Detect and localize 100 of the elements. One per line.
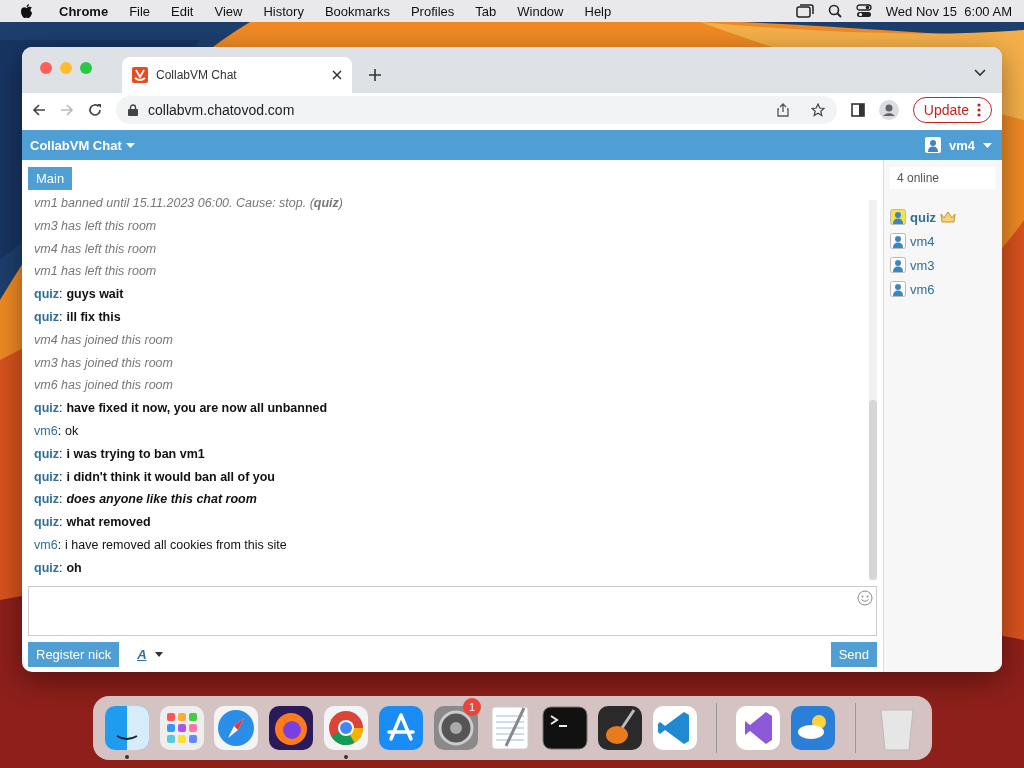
message-nick[interactable]: quiz (34, 310, 59, 324)
chevron-down-icon[interactable] (974, 69, 986, 77)
reload-icon[interactable] (88, 102, 102, 117)
user-name[interactable]: vm4 (910, 233, 935, 249)
profile-icon[interactable] (878, 99, 899, 120)
share-icon[interactable] (776, 102, 789, 117)
system-message: vm3 has left this room (34, 218, 157, 233)
new-tab-icon[interactable] (369, 69, 381, 81)
menu-item[interactable]: Profiles (410, 3, 455, 19)
message-text: does anyone like this chat room (66, 492, 257, 507)
message-text: oh (66, 560, 82, 575)
menu-item[interactable]: Bookmarks (324, 3, 390, 19)
send-button[interactable]: Send (830, 642, 877, 667)
user-avatar-icon (924, 137, 941, 153)
message-nick[interactable]: vm6 (34, 423, 58, 438)
guitar-icon[interactable] (595, 704, 644, 752)
message-nick[interactable]: quiz (34, 515, 59, 530)
user-avatar-icon (890, 233, 906, 249)
back-arrow-icon[interactable] (32, 102, 46, 117)
nick-separator: : (59, 401, 63, 416)
running-indicator (124, 755, 129, 759)
message-nick[interactable]: quiz (34, 469, 59, 484)
side-panel-icon[interactable] (850, 102, 865, 117)
terminal-icon[interactable] (541, 704, 590, 752)
menu-app-name[interactable]: Chrome (59, 3, 109, 19)
compass-icon[interactable] (212, 704, 261, 752)
nick-separator: : (59, 287, 63, 302)
crown-icon (940, 211, 956, 223)
menu-item[interactable]: Help (584, 3, 612, 19)
message-nick[interactable]: quiz (34, 287, 59, 302)
chat-title-menu[interactable]: CollabVM Chat (30, 137, 135, 153)
close-icon[interactable] (332, 70, 342, 80)
user-menu[interactable]: vm4 (924, 137, 992, 153)
room-tab[interactable]: Main (28, 167, 73, 190)
nick-separator: : (59, 469, 63, 484)
user-name[interactable]: vm6 (910, 281, 935, 297)
system-message: vm4 has left this room (34, 241, 157, 256)
toggles-icon[interactable] (855, 4, 872, 18)
cloud-sun-icon[interactable] (789, 704, 838, 752)
menu-item[interactable]: View (214, 3, 243, 19)
windows-icon[interactable] (795, 4, 814, 18)
app-store-icon[interactable] (376, 704, 425, 752)
fox-globe-icon[interactable] (267, 704, 316, 752)
nick-separator: : (59, 515, 63, 530)
code-editor-icon[interactable] (650, 704, 699, 752)
scrollbar[interactable] (869, 200, 877, 580)
nick-separator: : (57, 537, 62, 552)
user-avatar-icon (890, 209, 906, 225)
user-name[interactable]: vm3 (910, 257, 935, 273)
caret-icon (154, 652, 163, 657)
message-input[interactable] (28, 586, 877, 636)
update-button[interactable]: Update (912, 96, 992, 123)
apple-logo-icon[interactable] (20, 3, 33, 19)
online-count: 4 online (890, 167, 996, 189)
message-nick[interactable]: quiz (34, 560, 59, 575)
message-nick[interactable]: quiz (34, 401, 59, 416)
menu-item[interactable]: History (263, 3, 304, 19)
message-nick[interactable]: vm6 (34, 537, 58, 552)
message-nick[interactable]: quiz (34, 446, 59, 461)
user-avatar-icon (890, 281, 906, 297)
nick-separator: : (59, 492, 63, 507)
user-name[interactable]: quiz (910, 209, 936, 225)
font-style-button[interactable]: A (131, 646, 169, 663)
message-text: what removed (66, 515, 151, 530)
grid-icon[interactable] (157, 704, 206, 752)
nick-separator: : (57, 423, 62, 438)
message-text: ok (65, 423, 79, 438)
browser-logo-icon[interactable] (322, 704, 370, 752)
notification-badge: 1 (462, 698, 481, 716)
tab-title: CollabVM Chat (156, 68, 238, 82)
menu-item[interactable]: Edit (171, 3, 194, 19)
register-nick-button[interactable]: Register nick (28, 642, 120, 667)
menu-clock[interactable]: Wed Nov 15 6:00 AM (885, 3, 1012, 19)
nick-separator: : (59, 310, 63, 324)
caret-icon (983, 142, 992, 148)
system-message: vm1 has left this room (34, 264, 157, 279)
menu-item[interactable]: File (129, 3, 151, 19)
star-icon[interactable] (810, 102, 825, 117)
menu-item[interactable]: Window (517, 3, 564, 19)
message-text: i didn't think it would ban all of you (66, 469, 275, 484)
address-bar[interactable]: collabvm.chatovod.com (116, 95, 837, 124)
message-text: guys wait (66, 287, 124, 302)
system-message: vm3 has joined this room (34, 355, 173, 370)
ide-icon[interactable] (734, 704, 783, 752)
smiley-icon[interactable] (857, 590, 873, 606)
site-logo-icon (132, 67, 148, 83)
system-message: vm6 has joined this room (34, 378, 173, 393)
message-text: have fixed it now, you are now all unbanned (66, 401, 328, 416)
face-icon[interactable] (102, 704, 151, 752)
system-message: vm4 has joined this room (34, 332, 173, 347)
gear-icon[interactable] (431, 704, 480, 752)
browser-tab[interactable]: CollabVM Chat (122, 57, 352, 93)
user-avatar-icon (890, 257, 906, 273)
message-nick[interactable]: quiz (34, 492, 59, 507)
caret-icon (125, 142, 135, 148)
message-text: i have removed all cookies from this site (65, 537, 287, 552)
running-indicator (344, 755, 348, 759)
message-text: ill fix this (66, 310, 121, 324)
search-icon[interactable] (827, 4, 842, 18)
menu-item[interactable]: Tab (475, 3, 497, 19)
